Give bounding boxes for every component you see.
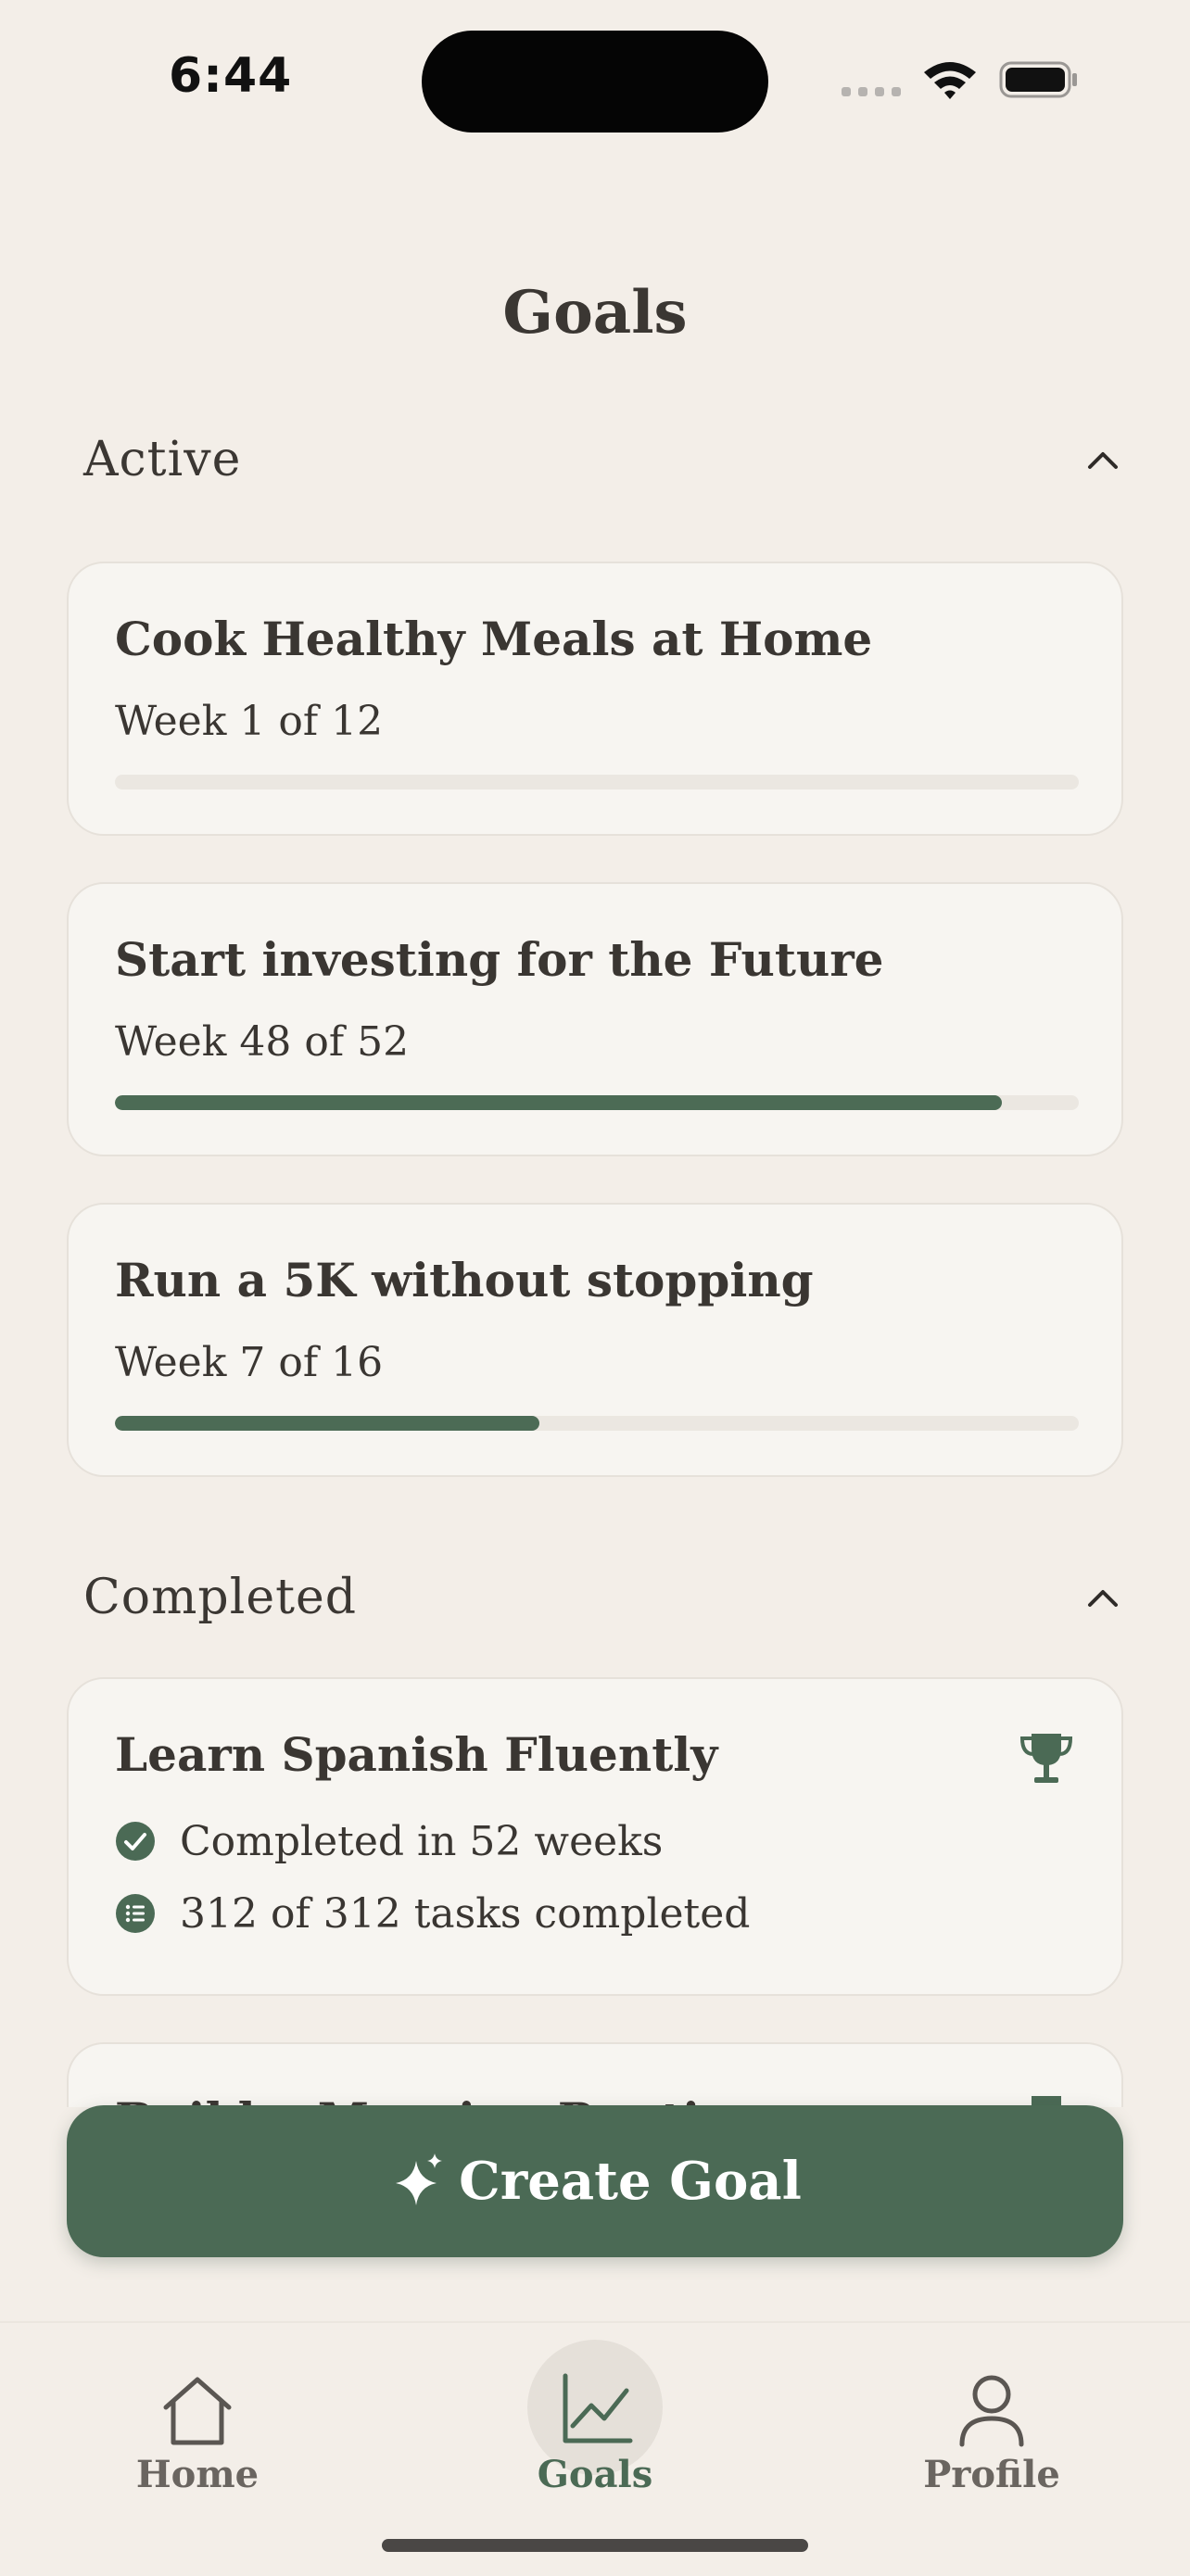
completed-tasks-row: 312 of 312 tasks completed bbox=[115, 1889, 751, 1938]
home-icon bbox=[163, 2377, 232, 2445]
chevron-up-icon[interactable] bbox=[1084, 445, 1121, 473]
completed-duration-row: Completed in 52 weeks bbox=[115, 1817, 664, 1865]
completed-section-header[interactable]: Completed bbox=[83, 1570, 1121, 1635]
create-goal-button[interactable]: Create Goal bbox=[67, 2105, 1123, 2257]
goal-title: Learn Spanish Fluently bbox=[115, 1727, 718, 1782]
chevron-up-icon[interactable] bbox=[1084, 1583, 1121, 1610]
goal-progress-bar bbox=[115, 1416, 1079, 1431]
tab-goals[interactable]: Goals bbox=[456, 2323, 734, 2508]
goal-title: Start investing for the Future bbox=[115, 932, 884, 987]
goal-title: Cook Healthy Meals at Home bbox=[115, 612, 873, 666]
completed-tasks-text: 312 of 312 tasks completed bbox=[180, 1889, 751, 1938]
tab-goals-label: Goals bbox=[537, 2453, 653, 2496]
page-title: Goals bbox=[502, 278, 688, 347]
completed-duration-text: Completed in 52 weeks bbox=[180, 1817, 664, 1865]
goal-progress-bar bbox=[115, 1095, 1079, 1110]
cellular-signal-icon bbox=[842, 87, 906, 96]
tab-bar: Home Goals Profile bbox=[0, 2321, 1190, 2576]
goal-progress-fill bbox=[115, 1095, 1002, 1110]
status-time: 6:44 bbox=[169, 48, 293, 104]
goal-card[interactable]: Start investing for the Future Week 48 o… bbox=[67, 882, 1123, 1156]
completed-goal-card[interactable]: Learn Spanish Fluently Completed in 52 w… bbox=[67, 1677, 1123, 1996]
person-icon bbox=[959, 2375, 1024, 2447]
goal-progress-text: Week 48 of 52 bbox=[115, 1018, 410, 1066]
goal-progress-fill bbox=[115, 1416, 539, 1431]
tab-home[interactable]: Home bbox=[58, 2323, 336, 2508]
check-circle-icon bbox=[116, 1822, 155, 1861]
battery-icon bbox=[999, 61, 1077, 98]
goal-card[interactable]: Run a 5K without stopping Week 7 of 16 bbox=[67, 1203, 1123, 1477]
wifi-icon bbox=[924, 62, 976, 99]
active-section-title: Active bbox=[83, 432, 242, 487]
tab-profile-label: Profile bbox=[923, 2453, 1060, 2496]
dynamic-island bbox=[422, 31, 768, 133]
home-indicator[interactable] bbox=[382, 2539, 808, 2552]
chart-icon bbox=[563, 2373, 633, 2443]
create-goal-label: Create Goal bbox=[459, 2151, 802, 2212]
completed-section-title: Completed bbox=[83, 1570, 358, 1625]
sparkle-icon bbox=[396, 2153, 443, 2205]
tab-profile[interactable]: Profile bbox=[853, 2323, 1131, 2508]
goal-card[interactable]: Cook Healthy Meals at Home Week 1 of 12 bbox=[67, 562, 1123, 836]
list-icon bbox=[116, 1894, 155, 1933]
status-indicators bbox=[842, 56, 1082, 102]
active-section-header[interactable]: Active bbox=[83, 432, 1121, 497]
goal-progress-bar bbox=[115, 775, 1079, 789]
tab-home-label: Home bbox=[135, 2453, 260, 2496]
trophy-icon bbox=[1019, 1734, 1073, 1783]
goal-progress-text: Week 1 of 12 bbox=[115, 698, 384, 745]
goal-progress-text: Week 7 of 16 bbox=[115, 1339, 384, 1386]
completed-goal-card[interactable]: Build a Morning Routine bbox=[67, 2042, 1123, 2107]
status-bar: 6:44 bbox=[0, 0, 1190, 158]
goal-title: Run a 5K without stopping bbox=[115, 1253, 814, 1307]
